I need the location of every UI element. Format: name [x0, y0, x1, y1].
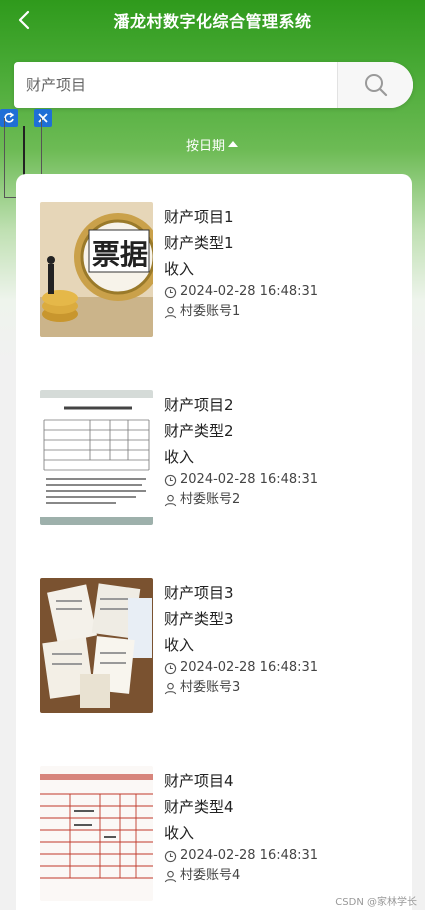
watermark: CSDN @家林学长: [335, 897, 417, 908]
user-icon: [164, 682, 177, 694]
clock-icon: [164, 662, 177, 674]
item-time-text: 2024-02-28 16:48:31: [180, 848, 319, 863]
chevron-left-icon: [18, 10, 30, 30]
red-ledger-image: [40, 766, 153, 901]
list-item[interactable]: 财产项目3 财产类型3 收入 2024-02-28 16:48:31 村委账号3: [16, 564, 412, 734]
item-account-text: 村委账号1: [180, 304, 241, 319]
search-bar: [14, 62, 413, 108]
item-account: 村委账号3: [164, 678, 318, 698]
item-account: 村委账号4: [164, 866, 318, 886]
clock-icon: [164, 474, 177, 486]
item-info: 财产项目4 财产类型4 收入 2024-02-28 16:48:31 村委账号4: [164, 768, 318, 886]
list-item[interactable]: 票据 财产项目1 财产类型1 收入 2024-02-28 16:48:31 村委…: [16, 188, 412, 358]
user-icon: [164, 870, 177, 882]
bill-coins-image: 票据: [40, 202, 153, 337]
back-button[interactable]: [12, 6, 36, 34]
item-name: 财产项目4: [164, 772, 234, 790]
receipts-pile-image: [40, 578, 153, 713]
item-thumbnail: [40, 578, 153, 713]
item-type: 财产类型1: [164, 234, 234, 252]
sort-label: 按日期: [185, 138, 225, 154]
item-time: 2024-02-28 16:48:31: [164, 282, 318, 302]
app-header: 潘龙村数字化综合管理系统: [0, 0, 425, 40]
user-icon: [164, 306, 177, 318]
user-icon: [164, 494, 177, 506]
item-time-text: 2024-02-28 16:48:31: [180, 284, 319, 299]
item-category: 收入: [164, 260, 195, 278]
clock-icon: [164, 850, 177, 862]
item-thumbnail: [40, 390, 153, 525]
item-account: 村委账号2: [164, 490, 318, 510]
sort-bar: 按日期: [0, 134, 425, 154]
item-time-text: 2024-02-28 16:48:31: [180, 660, 319, 675]
list-item[interactable]: 财产项目4 财产类型4 收入 2024-02-28 16:48:31 村委账号4: [16, 752, 412, 910]
invoice-form-image: [40, 390, 153, 525]
asset-list: 票据 财产项目1 财产类型1 收入 2024-02-28 16:48:31 村委…: [16, 174, 412, 910]
item-info: 财产项目2 财产类型2 收入 2024-02-28 16:48:31 村委账号2: [164, 392, 318, 510]
item-name: 财产项目1: [164, 208, 234, 226]
sort-by-date-button[interactable]: 按日期: [186, 135, 239, 154]
search-input[interactable]: [14, 62, 336, 108]
item-account: 村委账号1: [164, 302, 318, 322]
list-item[interactable]: 财产项目2 财产类型2 收入 2024-02-28 16:48:31 村委账号2: [16, 376, 412, 546]
item-info: 财产项目1 财产类型1 收入 2024-02-28 16:48:31 村委账号1: [164, 204, 318, 322]
item-time-text: 2024-02-28 16:48:31: [180, 472, 319, 487]
item-account-text: 村委账号2: [180, 492, 241, 507]
search-icon: [364, 74, 387, 97]
item-type: 财产类型2: [164, 422, 234, 440]
item-info: 财产项目3 财产类型3 收入 2024-02-28 16:48:31 村委账号3: [164, 580, 318, 698]
item-name: 财产项目2: [164, 396, 234, 414]
item-thumbnail: [40, 766, 153, 901]
app-screen: 潘龙村数字化综合管理系统 I 按日期: [0, 0, 425, 910]
search-button[interactable]: [337, 62, 413, 108]
clock-icon: [164, 286, 177, 298]
item-type: 财产类型4: [164, 798, 234, 816]
item-time: 2024-02-28 16:48:31: [164, 846, 318, 866]
item-type: 财产类型3: [164, 610, 234, 628]
svg-text:票据: 票据: [92, 238, 148, 271]
caret-up-icon: [228, 141, 238, 147]
item-category: 收入: [164, 636, 195, 654]
item-category: 收入: [164, 448, 195, 466]
item-time: 2024-02-28 16:48:31: [164, 470, 318, 490]
item-account-text: 村委账号4: [180, 868, 241, 883]
page-title: 潘龙村数字化综合管理系统: [113, 12, 312, 31]
item-account-text: 村委账号3: [180, 680, 241, 695]
item-name: 财产项目3: [164, 584, 234, 602]
item-thumbnail: 票据: [40, 202, 153, 337]
item-category: 收入: [164, 824, 195, 842]
item-time: 2024-02-28 16:48:31: [164, 658, 318, 678]
